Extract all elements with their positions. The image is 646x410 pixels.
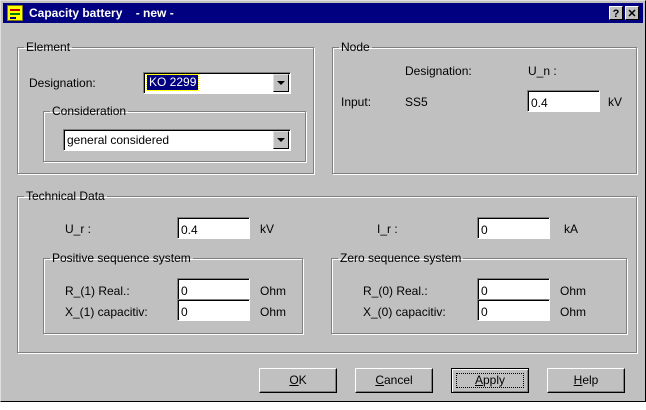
ir-label: I_r : (377, 222, 398, 236)
x1-input[interactable] (177, 299, 250, 321)
x0-unit: Ohm (560, 305, 587, 319)
r0-unit: Ohm (560, 284, 587, 298)
capacity-battery-dialog: Capacity battery - new - ? ✕ Element Des… (0, 0, 646, 402)
help-button[interactable]: Help (547, 368, 625, 393)
app-icon (7, 5, 23, 21)
x1-label: X_(1) capacitiv: (65, 305, 148, 319)
designation-combo[interactable]: KO 2299 (143, 72, 291, 94)
positive-sequence-legend: Positive sequence system (52, 251, 191, 265)
r0-label: R_(0) Real.: (363, 284, 428, 298)
cancel-label-rest: ancel (383, 373, 413, 387)
zero-sequence-legend: Zero sequence system (340, 251, 462, 265)
chevron-down-icon[interactable] (273, 74, 289, 92)
x1-unit: Ohm (260, 305, 287, 319)
un-unit: kV (608, 95, 623, 109)
node-input-label: Input: (341, 95, 372, 109)
r1-unit: Ohm (260, 284, 287, 298)
un-input[interactable] (527, 90, 600, 112)
node-group-legend: Node (341, 40, 370, 54)
apply-label-rest: pply (483, 373, 506, 387)
ir-input[interactable] (477, 217, 550, 239)
x0-input[interactable] (477, 299, 550, 321)
consideration-value: general considered (67, 133, 170, 147)
ur-label: U_r : (65, 222, 92, 236)
consideration-legend: Consideration (52, 104, 127, 118)
cancel-accesskey: C (375, 373, 384, 387)
help-icon[interactable]: ? (609, 6, 623, 20)
designation-value: KO 2299 (145, 74, 200, 91)
apply-button[interactable]: Apply (451, 368, 529, 393)
node-un-header: U_n : (528, 64, 557, 78)
close-icon[interactable]: ✕ (625, 6, 639, 20)
ir-unit: kA (564, 222, 579, 236)
designation-label: Designation: (29, 76, 96, 90)
r1-label: R_(1) Real.: (65, 284, 130, 298)
window-title: Capacity battery - new - (29, 6, 174, 20)
x0-label: X_(0) capacitiv: (363, 305, 446, 319)
node-input-designation: SS5 (405, 95, 428, 109)
cancel-button[interactable]: Cancel (355, 368, 433, 393)
chevron-down-icon[interactable] (273, 131, 289, 149)
technical-data-legend: Technical Data (26, 189, 105, 203)
consideration-combo[interactable]: general considered (63, 129, 291, 151)
help-label-rest: elp (582, 373, 599, 387)
ok-label-rest: K (298, 373, 307, 387)
ur-unit: kV (260, 222, 275, 236)
title-bar[interactable]: Capacity battery - new - ? ✕ (3, 3, 643, 23)
ok-accesskey: O (289, 373, 299, 387)
ok-button[interactable]: OK (259, 368, 337, 393)
ur-input[interactable] (177, 217, 250, 239)
r0-input[interactable] (477, 278, 550, 300)
node-designation-header: Designation: (405, 64, 472, 78)
apply-accesskey: A (474, 373, 483, 387)
element-group-legend: Element (26, 40, 71, 54)
r1-input[interactable] (177, 278, 250, 300)
